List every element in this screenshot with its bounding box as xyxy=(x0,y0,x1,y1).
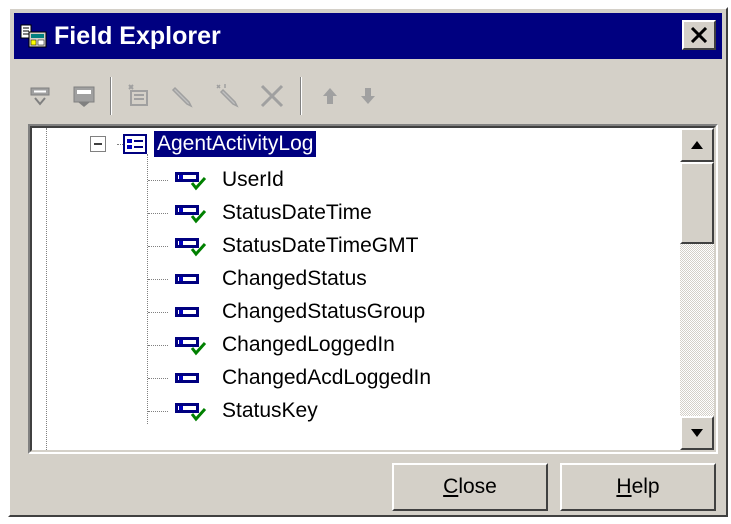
used-field-icon xyxy=(175,337,207,356)
tree-root-node[interactable]: AgentActivityLog xyxy=(152,130,318,158)
field-label: ChangedStatusGroup xyxy=(222,300,426,323)
tree-line xyxy=(147,154,148,424)
toolbar-separator xyxy=(110,77,112,115)
move-up-button[interactable] xyxy=(310,79,350,113)
delete-x-icon xyxy=(260,84,284,108)
delete-button[interactable] xyxy=(252,79,292,113)
field-label: UserId xyxy=(222,168,284,191)
field-icon xyxy=(175,373,199,383)
scroll-up-button[interactable] xyxy=(680,128,714,162)
field-icon xyxy=(175,307,199,317)
toolbar xyxy=(22,69,722,119)
new-field-button[interactable] xyxy=(120,79,160,113)
field-tree[interactable]: AgentActivityLog UserId StatusDateTime S… xyxy=(30,126,716,452)
triangle-down-icon xyxy=(691,429,703,437)
field-explorer-icon xyxy=(20,24,47,48)
title-close-button[interactable] xyxy=(682,20,716,50)
scroll-thumb[interactable] xyxy=(680,162,714,244)
pencil-icon xyxy=(171,86,193,108)
used-field-icon xyxy=(175,403,207,422)
arrow-down-icon xyxy=(361,88,375,104)
rename-button[interactable] xyxy=(208,79,248,113)
tree-line xyxy=(46,128,47,450)
field-label: ChangedLoggedIn xyxy=(222,333,395,356)
minus-icon xyxy=(94,143,102,145)
scroll-down-button[interactable] xyxy=(680,416,714,450)
tree-line xyxy=(148,411,168,412)
table-icon xyxy=(123,134,147,154)
used-field-icon xyxy=(175,238,207,257)
arrow-up-icon xyxy=(323,88,337,104)
group-insert-icon xyxy=(73,86,95,107)
tree-line xyxy=(148,180,168,181)
close-button-label: Close xyxy=(443,475,497,498)
triangle-up-icon xyxy=(691,141,703,149)
toolbar-separator xyxy=(300,77,302,115)
field-label: StatusDateTime xyxy=(222,201,372,224)
help-button-label: Help xyxy=(616,475,660,498)
tree-line xyxy=(148,378,168,379)
field-label: ChangedAcdLoggedIn xyxy=(222,366,432,389)
field-icon xyxy=(175,274,199,284)
field-label: StatusKey xyxy=(222,399,318,422)
close-icon xyxy=(690,27,708,43)
field-insert-icon xyxy=(30,87,50,106)
tree-line xyxy=(148,279,168,280)
used-field-icon xyxy=(175,172,207,191)
tree-line xyxy=(148,345,168,346)
edit-button[interactable] xyxy=(164,79,204,113)
tree-line xyxy=(148,213,168,214)
rename-icon xyxy=(216,84,239,108)
used-field-icon xyxy=(175,205,207,224)
field-tree-frame: AgentActivityLog UserId StatusDateTime S… xyxy=(28,124,718,454)
insert-field-button[interactable] xyxy=(22,79,62,113)
insert-group-button[interactable] xyxy=(64,79,104,113)
tree-line xyxy=(148,312,168,313)
help-button[interactable]: Help xyxy=(560,463,716,511)
tree-collapse-toggle[interactable] xyxy=(90,136,106,152)
window-title: Field Explorer xyxy=(54,22,221,50)
vertical-scrollbar[interactable] xyxy=(680,128,714,450)
field-label: StatusDateTimeGMT xyxy=(222,234,419,257)
new-field-icon xyxy=(128,84,148,106)
field-explorer-window: Field Explorer AgentActivityLog UserId S… xyxy=(8,7,728,517)
tree-content: AgentActivityLog UserId StatusDateTime S… xyxy=(32,128,680,450)
field-label: ChangedStatus xyxy=(222,267,367,290)
tree-line xyxy=(148,246,168,247)
title-bar[interactable]: Field Explorer xyxy=(14,13,722,59)
close-button[interactable]: Close xyxy=(392,463,548,511)
move-down-button[interactable] xyxy=(348,79,388,113)
